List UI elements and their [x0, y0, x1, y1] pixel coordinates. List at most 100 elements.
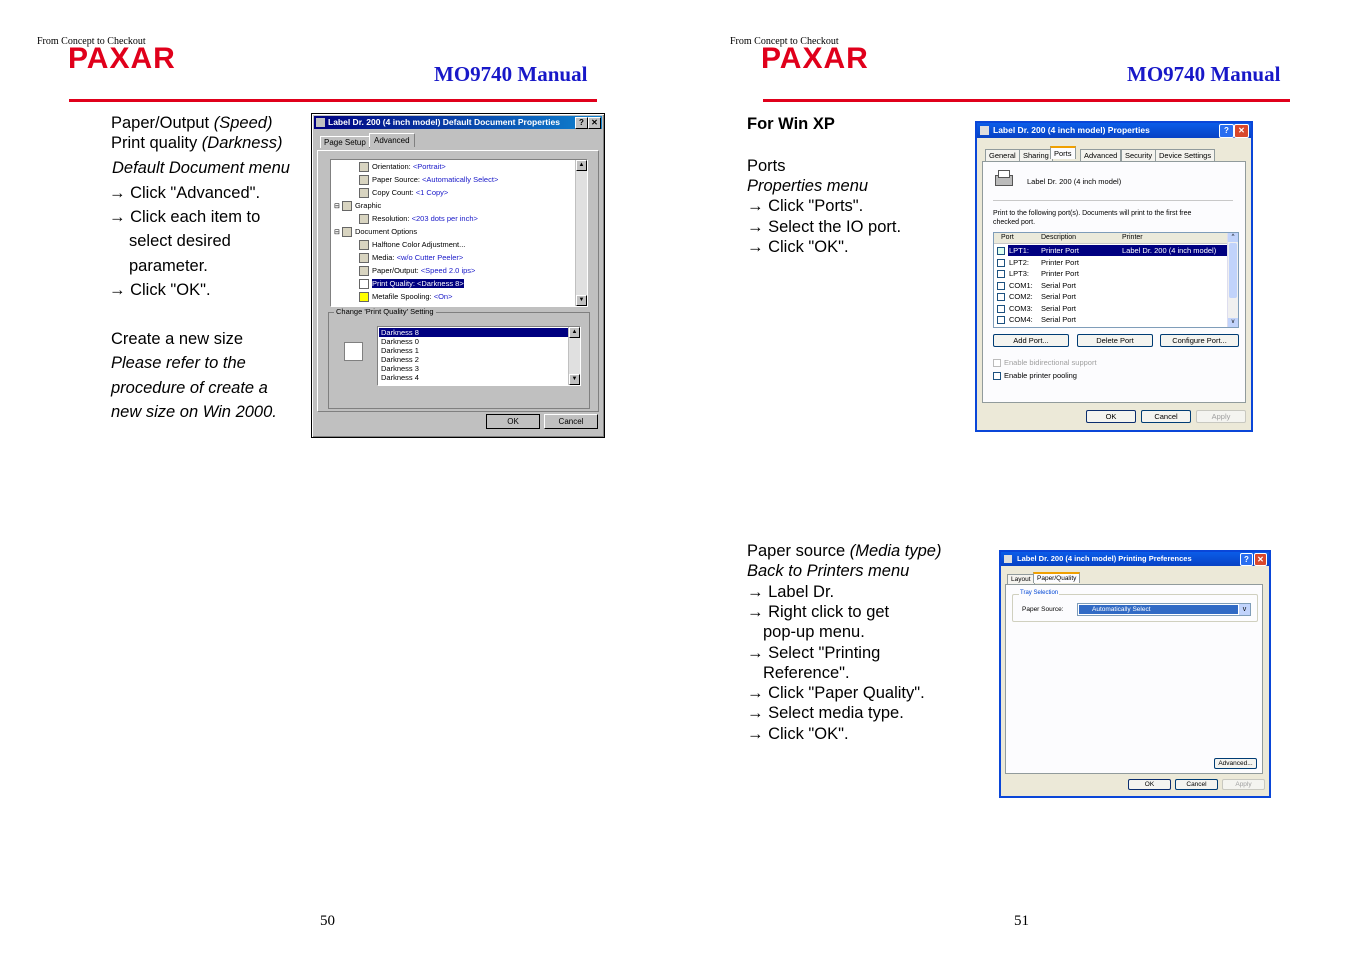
scroll-up-icon[interactable]: ^ [1228, 233, 1238, 242]
checked-checkbox[interactable] [997, 245, 1008, 256]
tree-item-print-quality[interactable]: Print Quality: <Darkness 8> [359, 279, 464, 290]
change-setting-group: Change 'Print Quality' Setting Darkness … [328, 307, 590, 409]
help-button[interactable]: ? [1219, 124, 1234, 138]
tree-item-media[interactable]: Media: <w/o Cutter Peeler> [359, 253, 463, 264]
checkbox[interactable] [997, 314, 1008, 325]
title-bar: Label Dr. 200 (4 inch model) Printing Pr… [1001, 552, 1269, 566]
list-scrollbar[interactable]: ^ v [1227, 233, 1238, 327]
tree-item-orientation[interactable]: Orientation: <Portrait> [359, 162, 446, 173]
scroll-up-icon[interactable]: ▲ [576, 160, 587, 171]
close-button[interactable]: ✕ [1254, 553, 1267, 566]
bidirectional-checkbox[interactable]: Enable bidirectional support [993, 358, 1097, 368]
help-button[interactable]: ? [1240, 553, 1253, 566]
column-description[interactable]: Description [1041, 233, 1076, 243]
tree-item-document-options[interactable]: ⊟ Document Options [334, 227, 417, 238]
manual-title: MO9740 Manual [434, 62, 588, 86]
tree-item-graphic[interactable]: ⊟ Graphic [334, 201, 381, 212]
tree-item-halftone[interactable]: Halftone Color Adjustment... [359, 240, 465, 251]
collapse-icon[interactable]: ⊟ [334, 203, 340, 210]
close-button[interactable]: ✕ [1234, 124, 1249, 138]
paper-source-select[interactable]: Automatically Select v [1077, 603, 1251, 616]
scroll-down-icon[interactable]: ▼ [569, 374, 580, 385]
tree-item-copy-count[interactable]: Copy Count: <1 Copy> [359, 188, 448, 199]
delete-port-button[interactable]: Delete Port [1077, 334, 1153, 347]
checkbox[interactable] [997, 257, 1008, 268]
page-number: 50 [320, 913, 335, 929]
tab-panel: Orientation: <Portrait> Paper Source: <A… [317, 150, 599, 412]
pooling-checkbox[interactable]: Enable printer pooling [993, 371, 1077, 381]
tree-scrollbar[interactable]: ▲ ▼ [575, 160, 587, 306]
settings-tree[interactable]: Orientation: <Portrait> Paper Source: <A… [330, 159, 588, 307]
scroll-up-icon[interactable]: ▲ [569, 327, 580, 338]
dialog-title: Label Dr. 200 (4 inch model) Default Doc… [328, 117, 560, 127]
help-button[interactable]: ? [575, 117, 588, 129]
apply-button[interactable]: Apply [1196, 410, 1246, 423]
checkbox-icon [997, 316, 1005, 325]
checkbox[interactable] [997, 291, 1008, 302]
tab-page-setup[interactable]: Page Setup [320, 136, 370, 148]
list-item[interactable]: Darkness 2 [381, 355, 419, 364]
port-name: LPT2: [1009, 258, 1030, 267]
configure-port-button[interactable]: Configure Port... [1160, 334, 1239, 347]
port-description: Printer Port [1041, 258, 1079, 267]
checkbox[interactable] [997, 303, 1008, 314]
scroll-thumb[interactable] [1229, 243, 1237, 298]
scroll-down-icon[interactable]: ▼ [576, 295, 587, 306]
selected-item: Print Quality: <Darkness 8> [372, 279, 464, 288]
ports-list[interactable]: Port Description Printer LPT1: Printer P… [993, 232, 1239, 328]
port-row[interactable]: COM4: Serial Port [994, 314, 1228, 325]
advanced-button[interactable]: Advanced... [1214, 758, 1257, 769]
ok-button[interactable]: OK [1128, 779, 1171, 790]
tab-layout[interactable]: Layout [1007, 574, 1035, 584]
cancel-button[interactable]: Cancel [1141, 410, 1191, 423]
tab-general[interactable]: General [985, 149, 1020, 161]
checkbox[interactable] [997, 280, 1008, 291]
tab-device-settings[interactable]: Device Settings [1155, 149, 1216, 161]
chevron-down-icon[interactable]: v [1239, 604, 1250, 615]
list-scrollbar[interactable]: ▲ ▼ [568, 327, 580, 385]
paper-source-label: Paper Source: [1022, 606, 1064, 613]
list-item[interactable]: Darkness 8 [379, 328, 569, 337]
list-item[interactable]: Darkness 4 [381, 373, 419, 382]
ok-button[interactable]: OK [486, 414, 540, 429]
page-number: 51 [1014, 913, 1029, 929]
list-item[interactable]: Darkness 1 [381, 346, 419, 355]
checkbox-icon [359, 279, 369, 290]
tab-ports[interactable]: Ports [1050, 146, 1076, 159]
ok-button[interactable]: OK [1086, 410, 1136, 423]
close-button[interactable]: ✕ [588, 117, 601, 129]
cancel-button[interactable]: Cancel [1175, 779, 1218, 790]
tab-paper-quality[interactable]: Paper/Quality [1033, 572, 1081, 583]
list-item[interactable]: Darkness 0 [381, 337, 419, 346]
port-row[interactable]: COM1: Serial Port [994, 280, 1228, 291]
darkness-list[interactable]: Darkness 8 Darkness 0 Darkness 1 Darknes… [377, 326, 581, 386]
tree-item-metafile-spooling[interactable]: Metafile Spooling: <On> [359, 292, 452, 303]
list-item[interactable]: Darkness 3 [381, 364, 419, 373]
checkbox-icon [993, 359, 1001, 368]
checkbox[interactable] [997, 268, 1008, 279]
text-line: Paper/Output (Speed) [111, 113, 272, 133]
tab-advanced[interactable]: Advanced [1080, 149, 1122, 161]
cancel-button[interactable]: Cancel [544, 414, 598, 429]
checkbox-large[interactable] [344, 342, 363, 361]
tree-item-resolution[interactable]: Resolution: <203 dots per inch> [359, 214, 478, 225]
tab-sharing[interactable]: Sharing [1019, 149, 1053, 161]
scroll-down-icon[interactable]: v [1228, 318, 1238, 327]
port-row[interactable]: LPT3: Printer Port [994, 268, 1228, 279]
port-row[interactable]: LPT2: Printer Port [994, 257, 1228, 268]
tree-item-paper-source[interactable]: Paper Source: <Automatically Select> [359, 175, 498, 186]
header-divider [763, 99, 1290, 102]
port-row[interactable]: COM3: Serial Port [994, 303, 1228, 314]
port-row[interactable]: LPT1: Printer Port Label Dr. 200 (4 inch… [994, 245, 1228, 256]
tab-advanced[interactable]: Advanced [369, 133, 415, 147]
tab-security[interactable]: Security [1121, 149, 1157, 161]
section-heading: For Win XP [747, 115, 835, 133]
tree-item-paper-output[interactable]: Paper/Output: <Speed 2.0 ips> [359, 266, 475, 277]
port-row[interactable]: COM2: Serial Port [994, 291, 1228, 302]
apply-button[interactable]: Apply [1222, 779, 1265, 790]
column-port[interactable]: Port [1001, 233, 1014, 243]
column-printer[interactable]: Printer [1122, 233, 1143, 243]
tree-value: <203 dots per inch> [411, 214, 478, 223]
collapse-icon[interactable]: ⊟ [334, 229, 340, 236]
add-port-button[interactable]: Add Port... [993, 334, 1069, 347]
